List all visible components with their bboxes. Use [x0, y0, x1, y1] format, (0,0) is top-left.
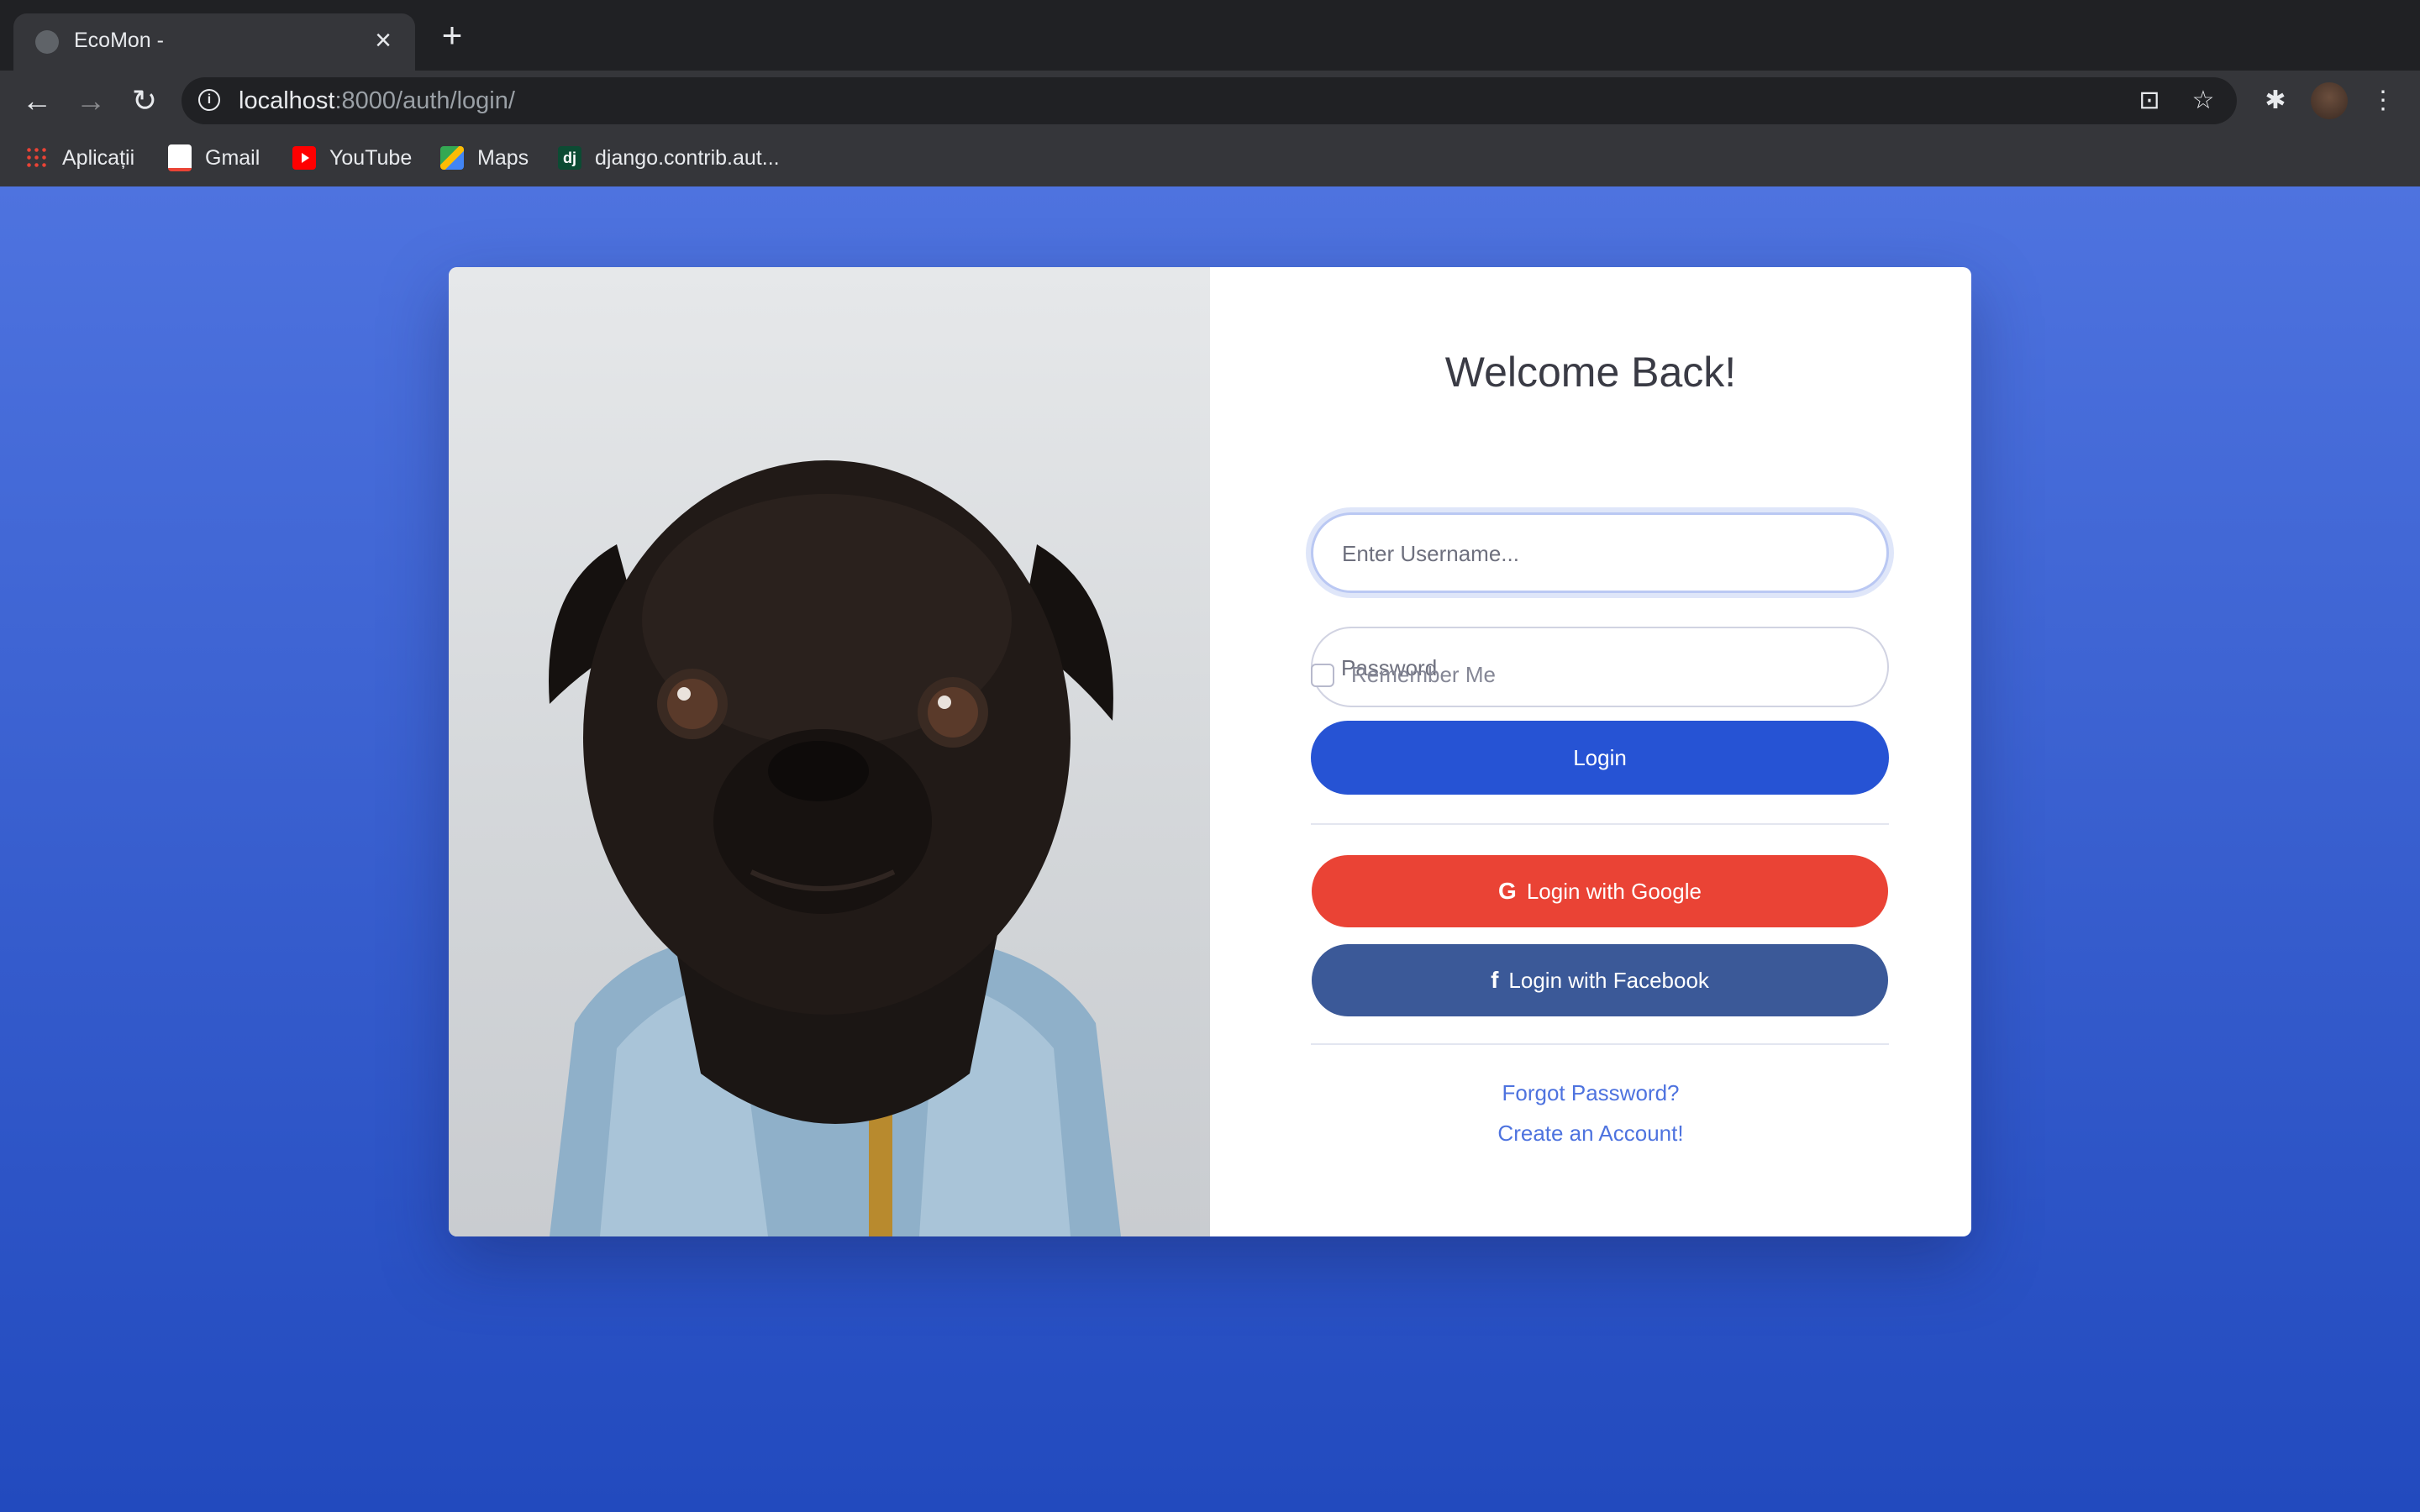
back-button[interactable]: ←	[17, 81, 57, 121]
remember-me-checkbox[interactable]	[1311, 663, 1334, 687]
bookmark-maps[interactable]: Maps	[440, 143, 529, 173]
google-icon: G	[1498, 878, 1517, 904]
login-button-label: Login	[1573, 744, 1627, 770]
url-text[interactable]: localhost:8000/auth/login/	[239, 87, 515, 115]
username-input[interactable]	[1340, 515, 1865, 592]
remember-me[interactable]: Remember Me	[1311, 662, 1496, 688]
reload-button[interactable]: ↻	[124, 81, 165, 121]
bookmark-label: YouTube	[329, 145, 413, 170]
bookmark-youtube[interactable]: YouTube	[292, 143, 412, 173]
translate-icon[interactable]: ⊡	[2134, 86, 2165, 116]
create-account-link[interactable]: Create an Account!	[1210, 1121, 1971, 1147]
bookmark-label: Maps	[477, 145, 529, 170]
login-button[interactable]: Login	[1311, 721, 1889, 795]
username-field[interactable]	[1311, 512, 1889, 593]
pug-illustration	[549, 460, 1121, 1236]
globe-icon	[35, 30, 59, 54]
login-facebook-button[interactable]: f Login with Facebook	[1312, 944, 1888, 1016]
bookmark-label: Gmail	[205, 145, 260, 170]
bookmark-gmail[interactable]: Gmail	[168, 143, 260, 173]
extensions-icon[interactable]: ✱	[2257, 82, 2294, 119]
bookmark-django[interactable]: dj django.contrib.aut...	[558, 143, 780, 173]
dog-photo	[449, 267, 1210, 1236]
address-bar[interactable]: i localhost:8000/auth/login/ ⊡ ☆	[182, 77, 2237, 124]
login-google-label: Login with Google	[1526, 878, 1702, 904]
browser-tab[interactable]: EcoMon - ×	[13, 13, 415, 71]
divider	[1311, 1043, 1889, 1045]
forgot-password-link[interactable]: Forgot Password?	[1210, 1080, 1971, 1106]
login-form: Welcome Back! Remember Me Login G Login …	[1210, 267, 1971, 1236]
bookmark-apps[interactable]: Aplicații	[25, 143, 134, 173]
page-title: Welcome Back!	[1444, 349, 1737, 396]
forward-button[interactable]: →	[71, 81, 111, 121]
browser-menu-icon[interactable]: ⋮	[2365, 82, 2402, 119]
site-info-icon[interactable]: i	[198, 89, 220, 111]
youtube-icon	[292, 146, 316, 170]
bookmarks-bar: Aplicații Gmail YouTube Maps dj django.c…	[0, 131, 2420, 187]
tab-title: EcoMon -	[74, 29, 164, 52]
bookmark-label: django.contrib.aut...	[595, 145, 780, 170]
close-tab-icon[interactable]: ×	[366, 24, 400, 57]
bookmark-label: Aplicații	[62, 145, 135, 170]
browser-toolbar: ← → ↻ i localhost:8000/auth/login/ ⊡ ☆ ✱…	[0, 71, 2420, 131]
new-tab-button[interactable]: +	[435, 18, 469, 54]
bookmark-star-icon[interactable]: ☆	[2188, 86, 2218, 116]
maps-icon	[440, 146, 464, 170]
remember-me-label: Remember Me	[1351, 662, 1496, 687]
url-host: localhost	[239, 87, 335, 114]
django-icon: dj	[558, 146, 581, 170]
gmail-icon	[168, 144, 192, 171]
apps-icon	[25, 146, 49, 170]
profile-avatar[interactable]	[2311, 82, 2348, 119]
login-google-button[interactable]: G Login with Google	[1312, 855, 1888, 927]
url-path: :8000/auth/login/	[334, 87, 515, 114]
tab-strip: EcoMon - × +	[0, 0, 2420, 71]
divider	[1311, 823, 1889, 825]
page-background: Welcome Back! Remember Me Login G Login …	[0, 186, 2420, 1512]
login-card: Welcome Back! Remember Me Login G Login …	[449, 267, 1971, 1236]
facebook-icon: f	[1491, 967, 1499, 993]
login-facebook-label: Login with Facebook	[1508, 967, 1709, 993]
